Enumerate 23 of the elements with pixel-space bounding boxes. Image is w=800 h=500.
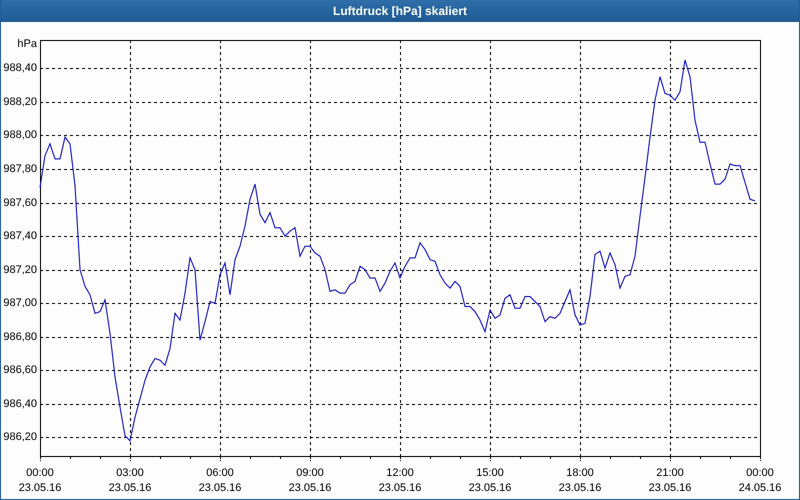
x-axis-label: 15:00 23.05.16 <box>468 466 512 496</box>
y-axis-label: 986,60 <box>3 363 37 378</box>
y-axis-label: 987,40 <box>3 229 37 244</box>
y-axis-label: 987,80 <box>3 162 37 176</box>
window-title: Luftdruck [hPa] skaliert <box>1 0 799 22</box>
y-axis-label: 988,40 <box>3 61 37 76</box>
y-axis-label: 987,20 <box>3 262 37 277</box>
axis-unit-label: hPa <box>17 37 37 51</box>
x-axis-label: 18:00 23.05.16 <box>558 466 602 496</box>
x-axis-label: 21:00 23.05.16 <box>648 466 692 496</box>
y-axis-label: 986,40 <box>3 396 37 411</box>
x-axis-label: 09:00 23.05.16 <box>288 466 332 496</box>
x-axis-label: 12:00 23.05.16 <box>378 466 422 496</box>
x-axis-label: 00:00 23.05.16 <box>18 466 62 496</box>
x-axis-label: 03:00 23.05.16 <box>108 466 152 496</box>
y-axis-label: 988,20 <box>3 94 37 109</box>
x-axis-label: 06:00 23.05.16 <box>198 466 242 496</box>
y-axis-label: 987,00 <box>3 296 37 310</box>
y-axis-label: 986,20 <box>3 430 37 444</box>
y-axis-label: 987,60 <box>3 196 37 210</box>
x-axis-label: 00:00 24.05.16 <box>738 466 782 496</box>
y-axis-label: 988,00 <box>3 128 37 142</box>
y-axis-label: 986,80 <box>3 330 37 344</box>
